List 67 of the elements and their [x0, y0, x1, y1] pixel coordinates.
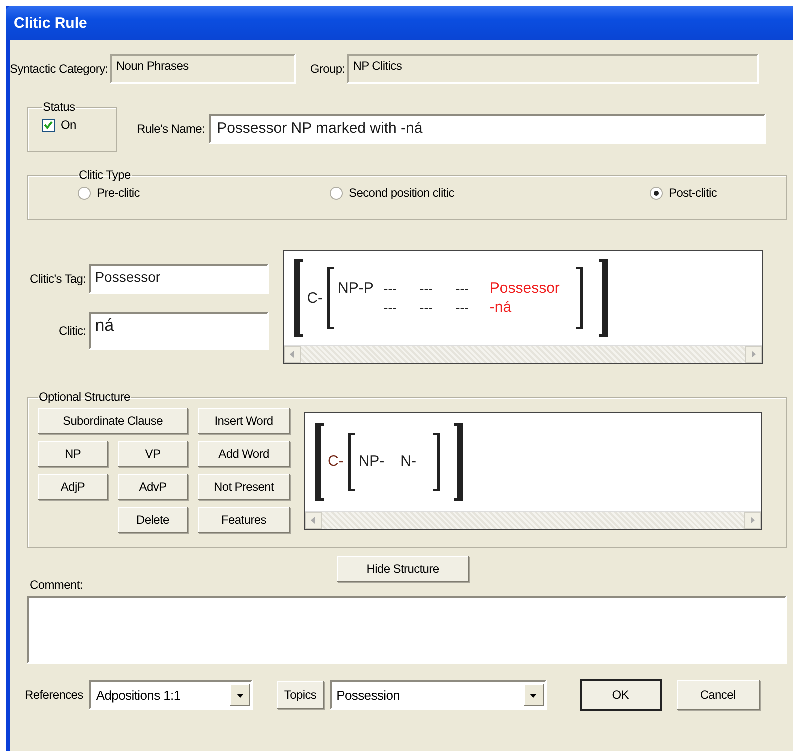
rule-name-field[interactable]: Possessor NP marked with -ná [209, 114, 766, 144]
clitic-tag-field[interactable]: Possessor [89, 264, 270, 294]
references-dropdown[interactable]: Adpositions 1:1 [89, 680, 254, 710]
structure-button[interactable]: Not Present [198, 474, 290, 500]
bracket-icon [294, 259, 304, 337]
structure-label: NP-P [338, 280, 374, 297]
structure-button[interactable]: Features [198, 507, 290, 533]
structure-button[interactable]: VP [118, 441, 188, 467]
bracket-icon [454, 422, 462, 500]
clitic-word: Possessor [490, 280, 560, 297]
dialog-button[interactable]: OK [580, 680, 661, 710]
topics-dropdown[interactable]: Possession [330, 680, 547, 710]
group-label: Status [42, 100, 76, 114]
down-arrow-icon [236, 692, 244, 698]
left-arrow-icon [289, 351, 296, 358]
structure-button[interactable]: AdjP [38, 474, 108, 500]
field-label: Syntactic Category: [10, 62, 108, 76]
structure-button[interactable]: Add Word [198, 441, 290, 467]
on-checkbox[interactable]: On [42, 118, 76, 132]
group-field: NP Clitics [347, 54, 760, 84]
horizontal-scrollbar[interactable] [305, 510, 761, 528]
field-label: Group: [310, 62, 346, 76]
field-label: Comment: [30, 578, 83, 592]
window-title: Clitic Rule [14, 14, 88, 32]
dialog-button[interactable]: Cancel [676, 680, 760, 710]
hide-structure-button[interactable]: Hide Structure [337, 556, 469, 582]
empty-slot: --- [420, 281, 450, 296]
field-label: Rule's Name: [137, 122, 206, 136]
check-icon [44, 120, 53, 130]
right-arrow-icon [750, 351, 758, 358]
empty-slot: --- [456, 281, 486, 296]
clitic-type-radio[interactable]: Pre-clitic [78, 186, 330, 200]
horizontal-scrollbar[interactable] [284, 345, 762, 363]
structure-label: NP- [358, 453, 385, 470]
structure-label: N- [400, 453, 416, 470]
structure-label: C- [328, 453, 344, 470]
group-label: Optional Structure [38, 390, 132, 404]
clitic-type-radio[interactable]: Post-clitic [650, 186, 786, 200]
bracket-icon [348, 432, 355, 490]
field-label: References [25, 688, 84, 702]
structure-button[interactable]: NP [38, 441, 108, 467]
clitic-type-radio[interactable]: Second position clitic [330, 186, 650, 200]
structure-button[interactable]: Insert Word [198, 408, 290, 434]
group-label: Clitic Type [78, 168, 132, 182]
bracket-icon [327, 267, 334, 329]
left-arrow-icon [310, 516, 317, 524]
structure-button[interactable]: AdvP [118, 474, 188, 500]
bracket-icon [432, 432, 440, 490]
right-arrow-icon [749, 516, 756, 524]
comment-field[interactable] [27, 596, 787, 664]
clitic-word: -ná [490, 299, 513, 316]
structure-button[interactable]: Delete [118, 507, 188, 533]
bracket-icon [598, 259, 608, 337]
down-arrow-icon [530, 692, 538, 698]
empty-slot: --- [384, 281, 414, 296]
empty-slot: --- [384, 300, 414, 315]
structure-button[interactable]: Subordinate Clause [38, 408, 188, 434]
field-label: Clitic's Tag: [30, 272, 86, 286]
empty-slot: --- [420, 300, 450, 315]
bracket-icon [576, 267, 583, 329]
field-label: Clitic: [58, 324, 86, 338]
clitic-field[interactable]: ná [89, 312, 270, 350]
category-field: Noun Phrases [110, 54, 296, 84]
topics-button[interactable]: Topics [277, 681, 324, 709]
bracket-icon [315, 422, 324, 500]
empty-slot: --- [456, 300, 486, 315]
structure-label: C- [307, 290, 324, 306]
